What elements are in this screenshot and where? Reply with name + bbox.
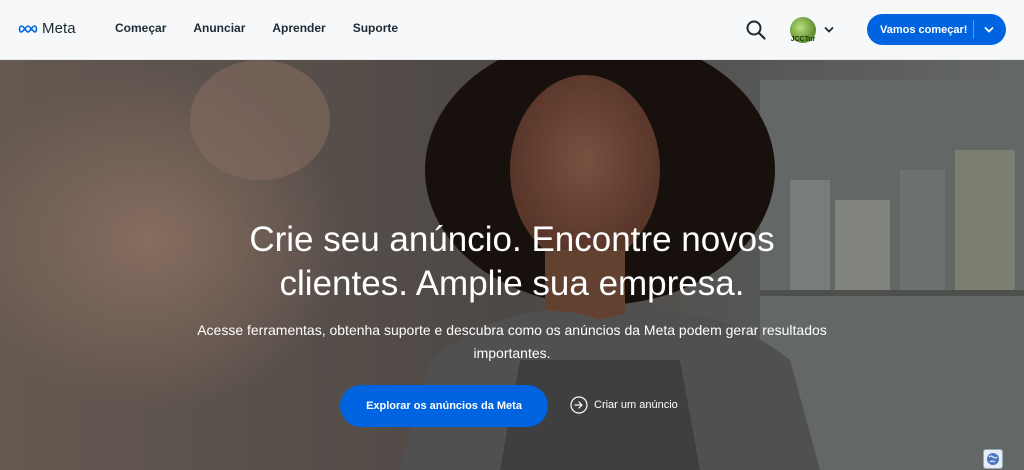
search-icon	[746, 20, 766, 40]
create-ad-link[interactable]: Criar um anúncio	[570, 396, 678, 414]
avatar-text: JCCTur	[790, 36, 816, 43]
button-divider	[973, 20, 974, 39]
language-selector-button[interactable]	[983, 449, 1003, 469]
hero-title: Crie seu anúncio. Encontre novos cliente…	[150, 218, 874, 306]
hero-title-line-1: Crie seu anúncio. Encontre novos	[249, 220, 775, 259]
search-button[interactable]	[745, 19, 767, 41]
create-ad-label: Criar um anúncio	[594, 399, 678, 411]
nav-item-suporte[interactable]: Suporte	[353, 21, 398, 35]
explore-meta-ads-label: Explorar os anúncios da Meta	[366, 400, 522, 412]
hero-title-line-2: clientes. Amplie sua empresa.	[279, 264, 745, 303]
nav-item-anunciar[interactable]: Anunciar	[193, 21, 245, 35]
hero-subtitle-line-1: Acesse ferramentas, obtenha suporte e de…	[197, 322, 827, 338]
account-menu[interactable]: JCCTur	[790, 17, 834, 43]
get-started-label: Vamos começar!	[880, 23, 968, 36]
get-started-button[interactable]: Vamos começar!	[867, 14, 1006, 45]
meta-logo[interactable]: Meta	[18, 20, 76, 37]
main-nav: Começar Anunciar Aprender Suporte	[115, 21, 398, 35]
nav-item-aprender[interactable]: Aprender	[272, 21, 325, 35]
avatar: JCCTur	[790, 17, 816, 43]
top-navigation-bar: Meta Começar Anunciar Aprender Suporte J…	[0, 0, 1024, 60]
chevron-down-icon	[824, 27, 834, 33]
globe-icon	[987, 453, 999, 465]
hero-subtitle-line-2: importantes.	[473, 345, 551, 361]
hero-subtitle: Acesse ferramentas, obtenha suporte e de…	[150, 319, 874, 365]
nav-item-comecar[interactable]: Começar	[115, 21, 166, 35]
logo-text: Meta	[42, 20, 76, 37]
chevron-down-icon	[984, 27, 994, 33]
meta-infinity-icon	[18, 24, 38, 33]
arrow-right-circle-icon	[570, 396, 588, 414]
explore-meta-ads-button[interactable]: Explorar os anúncios da Meta	[340, 385, 548, 427]
hero-section: Crie seu anúncio. Encontre novos cliente…	[0, 60, 1024, 470]
